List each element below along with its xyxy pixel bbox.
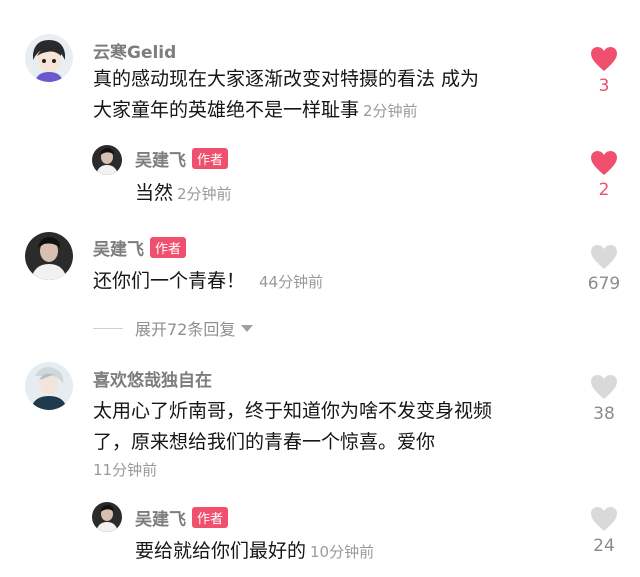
like-button[interactable]: 38 xyxy=(584,374,624,424)
avatar[interactable] xyxy=(92,502,122,532)
reply-text-content: 要给就给你们最好的 xyxy=(135,540,307,562)
comment-text: 太用心了炘南哥，终于知道你为啥不发变身视频 了，原来想给我们的青春一个惊喜。爱你 xyxy=(93,396,583,458)
author-badge: 作者 xyxy=(192,148,229,169)
comment-username[interactable]: 云寒Gelid xyxy=(93,38,176,63)
comment-text-line: 太用心了炘南哥，终于知道你为啥不发变身视频 xyxy=(93,400,493,422)
heart-icon xyxy=(591,245,617,269)
comment-header: 吴建飞 作者 xyxy=(93,235,187,260)
reply-time: 10分钟前 xyxy=(310,543,375,561)
comment-text: 真的感动现在大家逐渐改变对特摄的看法 成为 大家童年的英雄绝不是一样耻事 2分钟前 xyxy=(93,64,573,127)
comment-text: 还你们一个青春！ 44分钟前 xyxy=(93,266,323,298)
like-button[interactable]: 679 xyxy=(584,244,624,294)
comment-time: 11分钟前 xyxy=(93,461,158,479)
reply-username[interactable]: 吴建飞 xyxy=(135,510,186,530)
heart-icon xyxy=(591,375,617,399)
author-badge: 作者 xyxy=(192,507,229,528)
comment-time: 44分钟前 xyxy=(259,273,324,291)
like-button[interactable]: 2 xyxy=(584,150,624,200)
like-button[interactable]: 3 xyxy=(584,46,624,96)
comment-text-line: 真的感动现在大家逐渐改变对特摄的看法 成为 xyxy=(93,68,480,90)
expand-replies-label: 展开72条回复 xyxy=(135,320,236,339)
avatar[interactable] xyxy=(25,34,73,82)
avatar[interactable] xyxy=(25,232,73,280)
like-button[interactable]: 24 xyxy=(584,506,624,556)
comment-time: 2分钟前 xyxy=(363,102,418,120)
reply-header: 吴建飞 作者 xyxy=(135,505,229,530)
author-badge: 作者 xyxy=(150,237,187,258)
reply-time: 2分钟前 xyxy=(177,185,232,203)
comment-username[interactable]: 吴建飞 xyxy=(93,240,144,260)
reply-text-content: 当然 xyxy=(135,182,174,204)
heart-icon xyxy=(591,47,617,71)
comment-text-content: 还你们一个青春！ xyxy=(93,270,246,292)
like-count: 24 xyxy=(593,536,615,556)
reply-text: 要给就给你们最好的 10分钟前 xyxy=(135,536,374,568)
comment-text-fragment: 大家童年的英雄绝不是一样耻事 xyxy=(93,99,360,121)
like-count: 3 xyxy=(598,76,610,96)
reply-header: 吴建飞 作者 xyxy=(135,146,229,171)
triangle-down-icon xyxy=(241,324,254,332)
heart-icon xyxy=(591,507,617,531)
comment-text-line: 了，原来想给我们的青春一个惊喜。爱你 xyxy=(93,431,436,453)
like-count: 38 xyxy=(593,404,615,424)
like-count: 2 xyxy=(598,180,610,200)
avatar[interactable] xyxy=(92,145,122,175)
reply-text: 当然 2分钟前 xyxy=(135,178,232,210)
expand-replies-button[interactable]: 展开72条回复 xyxy=(93,316,254,340)
comment-text-line: 大家童年的英雄绝不是一样耻事 2分钟前 xyxy=(93,95,573,127)
divider xyxy=(93,327,123,329)
heart-icon xyxy=(591,151,617,175)
comment-username[interactable]: 喜欢悠哉独自在 xyxy=(93,366,212,391)
reply-username[interactable]: 吴建飞 xyxy=(135,151,186,171)
avatar[interactable] xyxy=(25,362,73,410)
like-count: 679 xyxy=(587,274,621,294)
